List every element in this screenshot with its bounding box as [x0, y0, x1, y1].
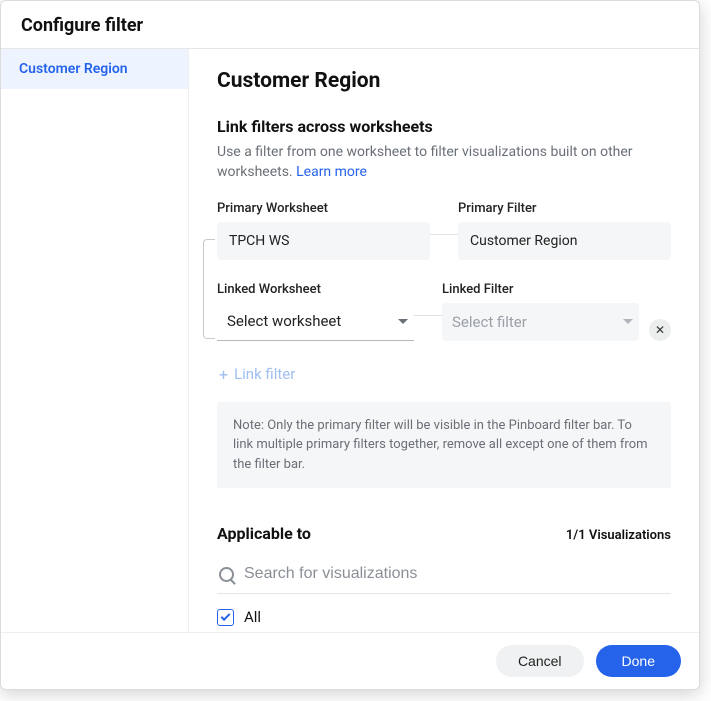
linked-filter-select[interactable]: Select filter — [442, 303, 639, 341]
sidebar: Customer Region — [1, 49, 189, 632]
primary-filter-value: Customer Region — [458, 222, 671, 260]
all-checkbox[interactable] — [217, 609, 234, 626]
learn-more-link[interactable]: Learn more — [296, 164, 367, 180]
sidebar-item-label: Customer Region — [19, 61, 128, 77]
checkmark-icon — [221, 611, 231, 621]
plus-icon: + — [219, 365, 228, 384]
link-filters-heading: Link filters across worksheets — [217, 117, 671, 136]
visualization-count: 1/1 Visualizations — [566, 528, 671, 543]
main-panel: Customer Region Link filters across work… — [189, 49, 699, 632]
done-button[interactable]: Done — [596, 645, 681, 677]
note-box: Note: Only the primary filter will be vi… — [217, 402, 671, 489]
chevron-down-icon — [623, 319, 633, 324]
primary-worksheet-label: Primary Worksheet — [217, 201, 430, 216]
applicable-heading: Applicable to — [217, 524, 311, 543]
connector-line — [430, 234, 458, 236]
linked-filter-label: Linked Filter — [442, 282, 639, 297]
link-grid: Primary Worksheet TPCH WS Primary Filter… — [217, 201, 671, 341]
connector-bracket — [203, 239, 215, 339]
panel-title: Customer Region — [217, 69, 671, 93]
search-icon — [219, 567, 234, 582]
cancel-button[interactable]: Cancel — [496, 645, 584, 677]
connector-line — [414, 315, 442, 317]
dialog-body: Customer Region Customer Region Link fil… — [1, 49, 699, 632]
dialog-footer: Cancel Done — [1, 632, 699, 689]
dialog-title: Configure filter — [21, 15, 679, 36]
link-filters-description: Use a filter from one worksheet to filte… — [217, 142, 671, 183]
linked-worksheet-label: Linked Worksheet — [217, 282, 414, 297]
linked-worksheet-select[interactable]: Select worksheet — [217, 303, 414, 341]
search-visualizations-input[interactable] — [244, 565, 669, 583]
configure-filter-dialog: Configure filter Customer Region Custome… — [0, 0, 700, 690]
chevron-down-icon — [398, 319, 408, 324]
sidebar-item-customer-region[interactable]: Customer Region — [1, 49, 188, 89]
all-checkbox-label: All — [244, 608, 261, 626]
remove-linked-filter-button[interactable]: ✕ — [649, 319, 671, 341]
add-link-filter-button[interactable]: + Link filter — [219, 365, 295, 384]
primary-filter-label: Primary Filter — [458, 201, 671, 216]
primary-worksheet-value: TPCH WS — [217, 222, 430, 260]
applicable-section: Applicable to 1/1 Visualizations All — [217, 524, 671, 626]
dialog-header: Configure filter — [1, 1, 699, 49]
all-checkbox-row: All — [217, 608, 671, 626]
close-icon: ✕ — [655, 323, 665, 337]
search-row — [217, 557, 671, 594]
